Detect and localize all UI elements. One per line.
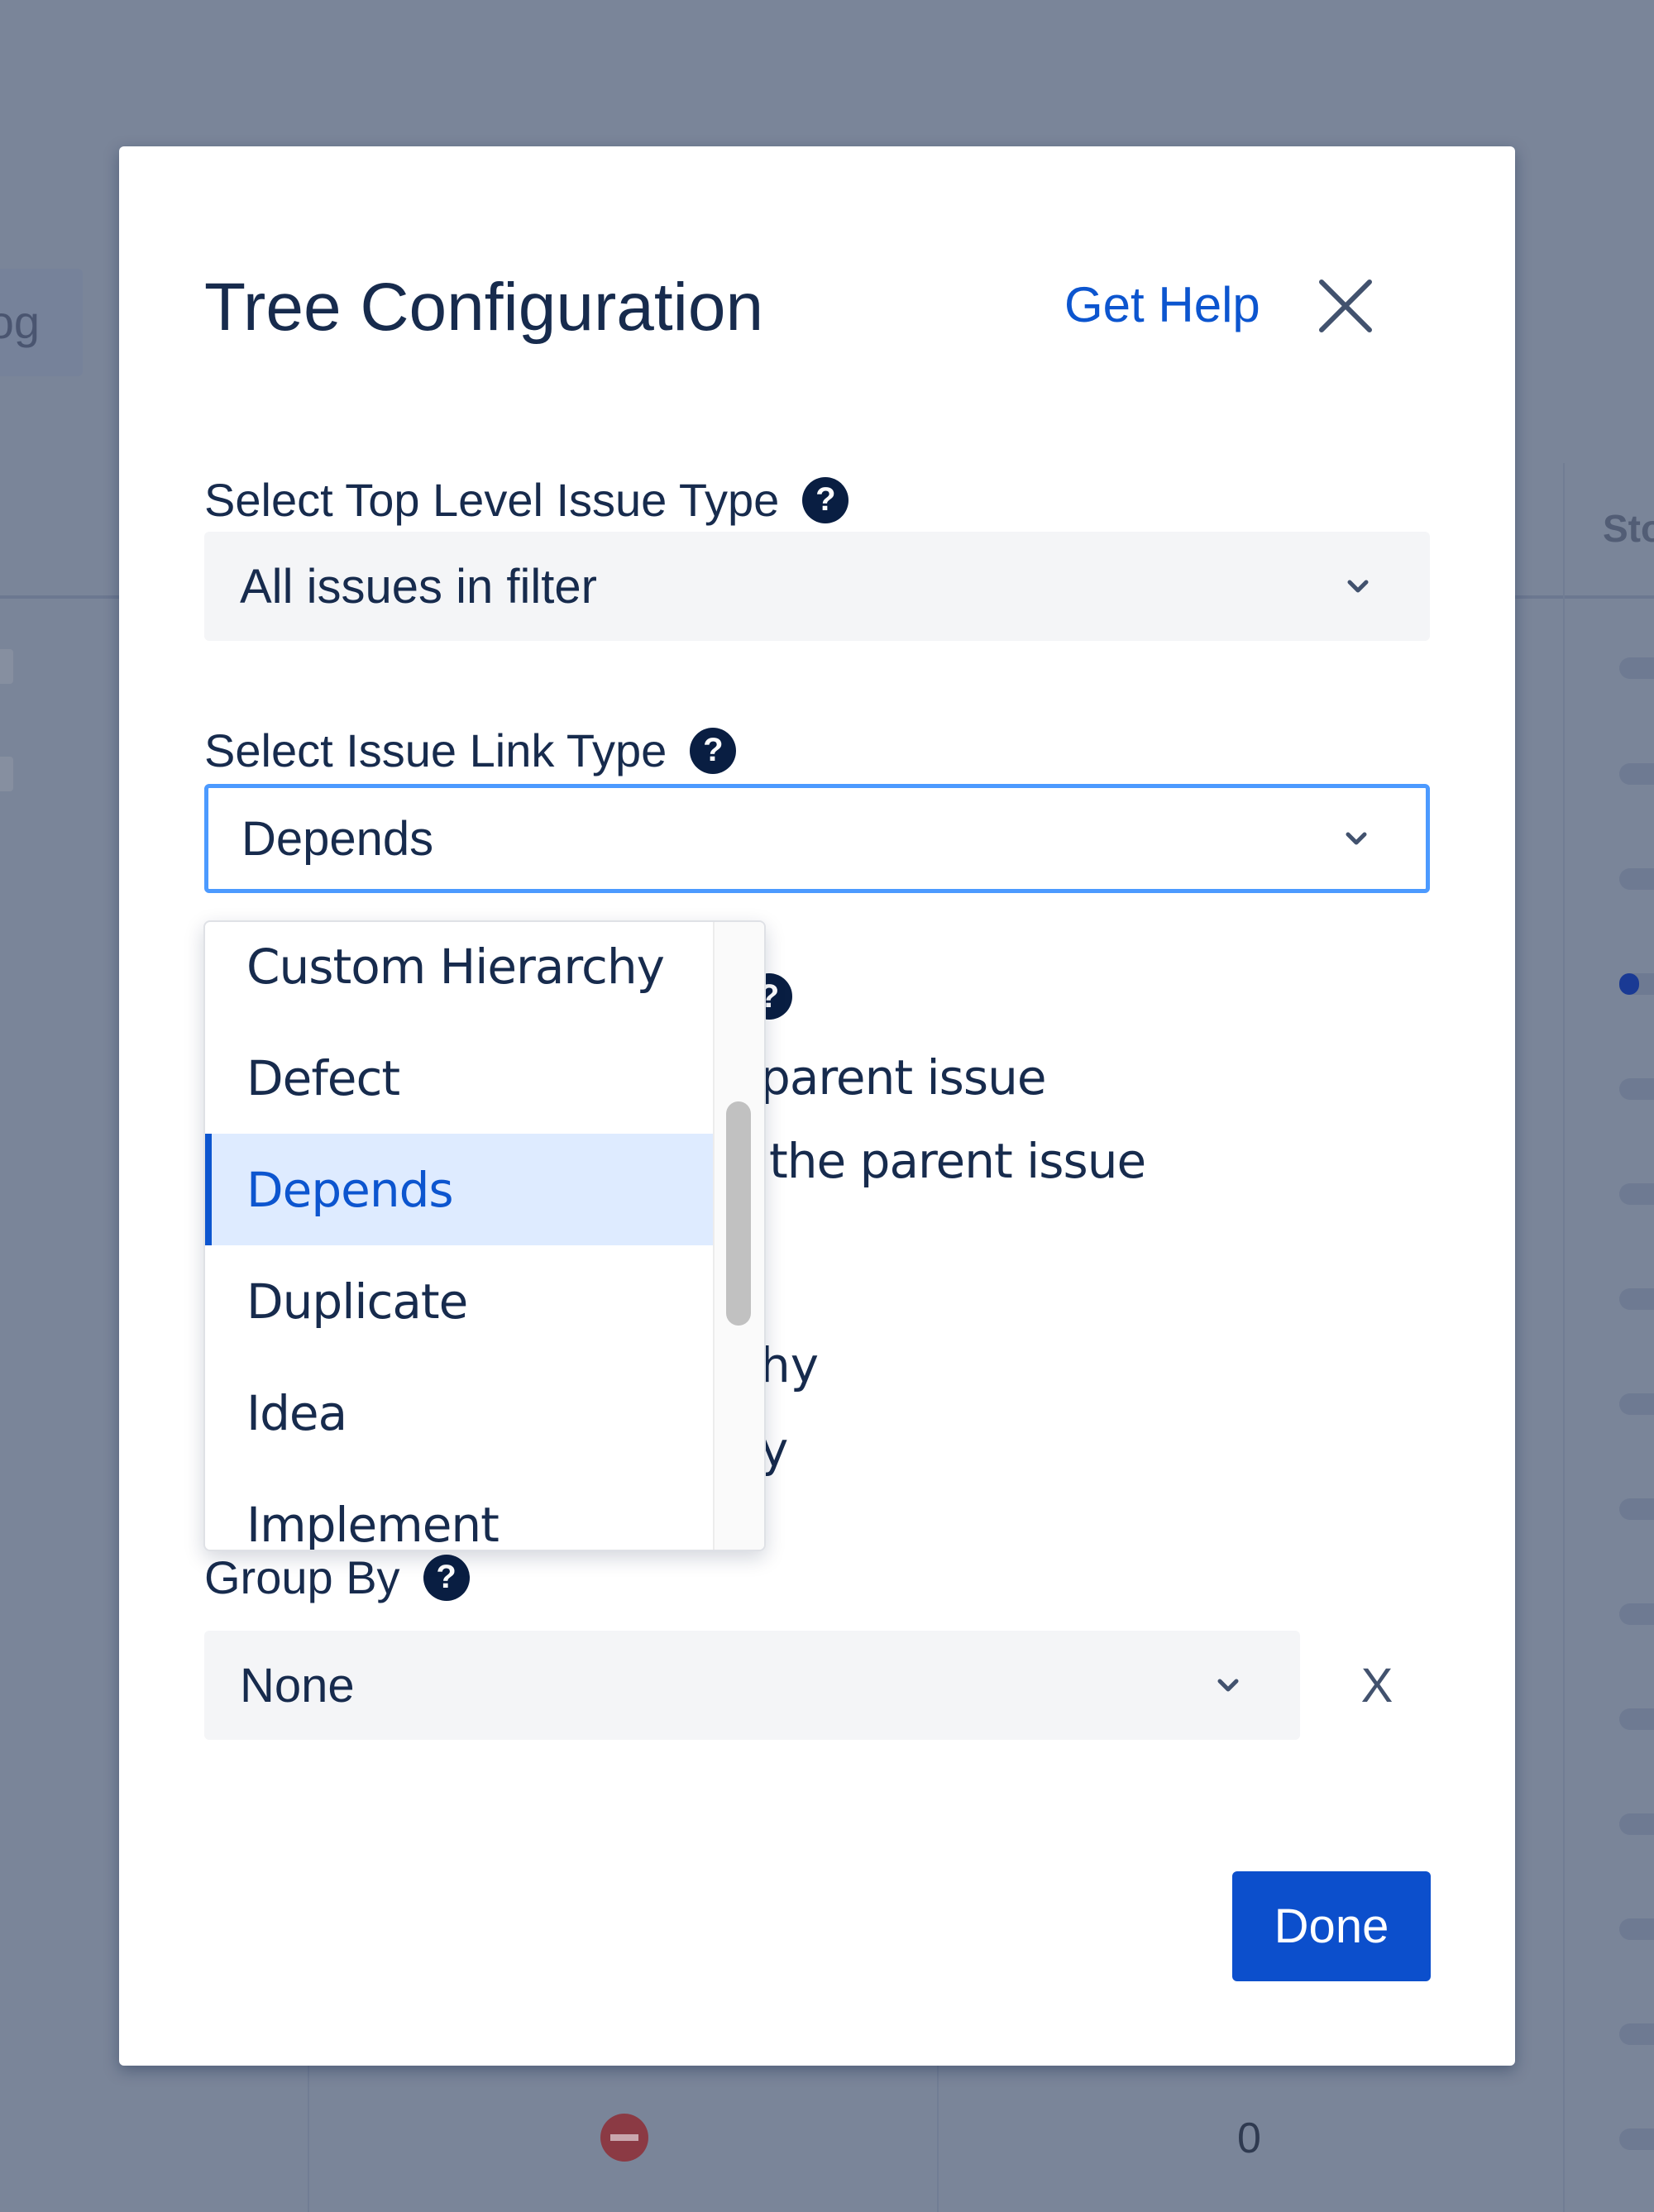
- get-help-link[interactable]: Get Help: [1064, 276, 1260, 333]
- help-icon[interactable]: ?: [690, 727, 737, 774]
- background-progress-pill: [1619, 1708, 1654, 1730]
- top-level-issue-type-label: Select Top Level Issue Type ?: [204, 473, 849, 527]
- background-cell-block: [0, 757, 13, 791]
- background-progress-pill: [1619, 1078, 1654, 1100]
- background-progress-pill: [1619, 868, 1654, 890]
- blocked-status-icon: [600, 2114, 648, 2162]
- close-button[interactable]: [1317, 277, 1374, 335]
- dropdown-scrollbar[interactable]: [713, 922, 764, 1550]
- dropdown-option[interactable]: Idea: [205, 1357, 713, 1469]
- chevron-down-icon: [1347, 580, 1369, 593]
- dropdown-option[interactable]: Implement: [205, 1469, 713, 1550]
- group-by-label: Group By ?: [204, 1550, 470, 1604]
- background-progress-pill: [1619, 1498, 1654, 1520]
- dropdown-options-list: Custom Hierarchy Defect Depends Duplicate Id…: [205, 922, 713, 1550]
- issue-link-type-dropdown: Custom Hierarchy Defect Depends Duplicate Id…: [203, 920, 766, 1551]
- modal-title: Tree Configuration: [204, 270, 764, 345]
- background-progress-pill: [1619, 1183, 1654, 1205]
- chevron-down-icon: [1217, 1679, 1239, 1692]
- dropdown-option[interactable]: Depends: [205, 1134, 713, 1245]
- top-level-issue-type-select[interactable]: All issues in filter: [204, 532, 1430, 641]
- background-progress-pill: [1619, 1603, 1654, 1625]
- background-progress-pill: [1619, 1813, 1654, 1835]
- group-by-select[interactable]: None: [204, 1631, 1300, 1740]
- done-button[interactable]: Done: [1232, 1871, 1431, 1981]
- help-icon[interactable]: ?: [802, 476, 849, 523]
- radio-option-label: the parent issue: [769, 1133, 1146, 1189]
- background-progress-pill: [1619, 973, 1654, 995]
- background-progress-pill: [1619, 2023, 1654, 2045]
- background-progress-pill: [1619, 657, 1654, 679]
- background-progress-pill: [1619, 1288, 1654, 1310]
- radio-option-label: parent issue: [760, 1049, 1047, 1106]
- background-progress-pill: [1619, 1393, 1654, 1415]
- clear-group-by-button[interactable]: X: [1352, 1631, 1402, 1740]
- tree-configuration-modal: Tree Configuration Get Help Select Top L…: [119, 146, 1515, 2066]
- close-icon: [1319, 279, 1372, 332]
- dropdown-option[interactable]: Duplicate: [205, 1245, 713, 1357]
- background-progress-pill: [1619, 2128, 1654, 2150]
- background-tab-chip: og: [0, 269, 83, 376]
- issue-link-type-select[interactable]: Depends: [204, 784, 1430, 893]
- background-progress-pill: [1619, 1918, 1654, 1940]
- issue-link-type-label: Select Issue Link Type ?: [204, 724, 737, 777]
- dropdown-option[interactable]: Custom Hierarchy: [205, 922, 713, 1022]
- help-icon[interactable]: ?: [423, 1554, 470, 1601]
- radio-option-label: hy: [760, 1337, 820, 1393]
- dropdown-scroll-thumb[interactable]: [726, 1101, 751, 1326]
- background-column-header: Sto: [1603, 507, 1654, 550]
- background-cell-value: 0: [1237, 2114, 1261, 2162]
- background-cell-block: [0, 649, 13, 684]
- dropdown-option[interactable]: Defect: [205, 1022, 713, 1134]
- chevron-down-icon: [1346, 832, 1367, 845]
- background-progress-pill: [1619, 763, 1654, 785]
- background-column-divider: [1563, 463, 1565, 2212]
